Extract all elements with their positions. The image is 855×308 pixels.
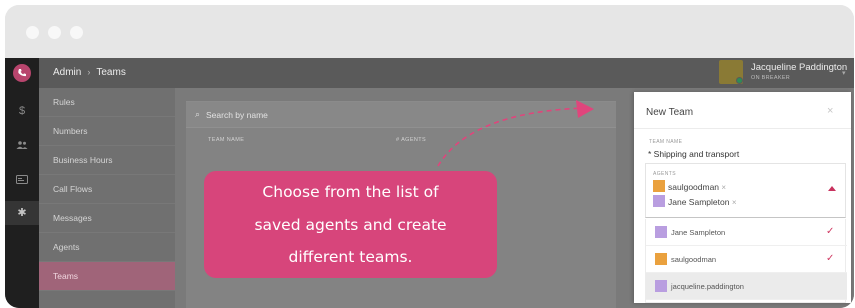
agent-option-label: jacqueline.paddington [671,282,744,291]
panel-divider [634,128,851,129]
sidebar-item-numbers[interactable]: Numbers [39,117,175,146]
sidebar-item-teams[interactable]: Teams [39,262,175,291]
agent-chip-label: Jane Sampleton [668,197,730,207]
sidebar-item-business-hours[interactable]: Business Hours [39,146,175,175]
top-header: Admin › Teams Jacqueline Paddington ON BRE… [39,58,854,88]
callout-line: saved agents and create [254,216,447,234]
check-icon: ✓ [826,253,835,264]
agent-option[interactable]: saulgoodman ✓ [646,246,847,273]
breadcrumb-teams: Teams [96,67,126,78]
avatar[interactable] [719,60,743,84]
agent-chip[interactable]: saulgoodman × [653,180,726,194]
user-name[interactable]: Jacqueline Paddington [751,62,847,73]
agent-avatar [653,195,665,207]
team-name-field[interactable]: * Shipping and transport [648,149,739,159]
close-icon[interactable]: × [827,105,833,117]
panel-title: New Team [646,107,694,118]
phone-logo-icon[interactable] [13,64,31,82]
agent-avatar [655,226,667,238]
agent-avatar [653,180,665,192]
card-icon[interactable] [5,167,39,191]
breadcrumb: Admin › Teams [53,67,126,78]
dollar-icon[interactable]: $ [5,99,39,123]
callout-line: different teams. [288,248,413,266]
agent-chip[interactable]: Jane Sampleton × [653,195,736,209]
presence-dot [736,77,743,84]
agent-option-label: saulgoodman [671,255,717,264]
check-icon: ✓ [826,226,835,237]
caret-up-icon[interactable] [828,186,836,191]
remove-chip-icon[interactable]: × [732,198,737,207]
breadcrumb-admin[interactable]: Admin [53,67,81,78]
team-name-label: TEAM NAME [649,139,683,145]
agent-option-label: Jane Sampleton [671,228,726,237]
agent-option[interactable]: jacqueline.paddington [646,273,847,300]
sidebar-item-messages[interactable]: Messages [39,204,175,233]
window-maximize-dot[interactable] [70,26,83,39]
search-icon: ⌕ [195,109,201,119]
users-icon[interactable] [5,133,39,157]
sidebar-item-call-flows[interactable]: Call Flows [39,175,175,204]
agent-avatar [655,253,667,265]
sidebar-item-rules[interactable]: Rules [39,88,175,117]
remove-chip-icon[interactable]: × [721,183,726,192]
agent-avatar [655,280,667,292]
icon-rail: $ ✱ [5,58,39,308]
agents-label: AGENTS [653,171,676,177]
window-close-dot[interactable] [26,26,39,39]
agent-chip-label: saulgoodman [668,182,720,192]
column-header-agents[interactable]: # AGENTS [396,137,426,143]
column-header-team-name[interactable]: TEAM NAME [208,137,244,143]
window-minimize-dot[interactable] [48,26,61,39]
user-status-text: ON BREAKER [751,75,791,81]
breadcrumb-separator-icon: › [87,67,91,77]
agents-dropdown: Jane Sampleton ✓ saulgoodman ✓ jacquelin… [645,219,847,303]
new-team-panel: New Team × TEAM NAME * Shipping and tran… [634,92,851,303]
callout-line: Choose from the list of [262,183,439,201]
gear-icon[interactable]: ✱ [5,201,39,225]
agents-field[interactable]: AGENTS saulgoodman × Jane Sampleton × [645,163,846,218]
search-input[interactable]: ⌕ Search by name [186,102,616,128]
window-titlebar [5,5,854,58]
search-placeholder: Search by name [206,110,268,120]
agent-option[interactable]: Jane Sampleton ✓ [646,219,847,246]
settings-sidebar: Rules Numbers Business Hours Call Flows … [39,88,175,308]
tip-callout: Choose from the list of saved agents and… [204,171,497,278]
chevron-down-icon[interactable]: ▾ [842,69,846,77]
sidebar-item-agents[interactable]: Agents [39,233,175,262]
